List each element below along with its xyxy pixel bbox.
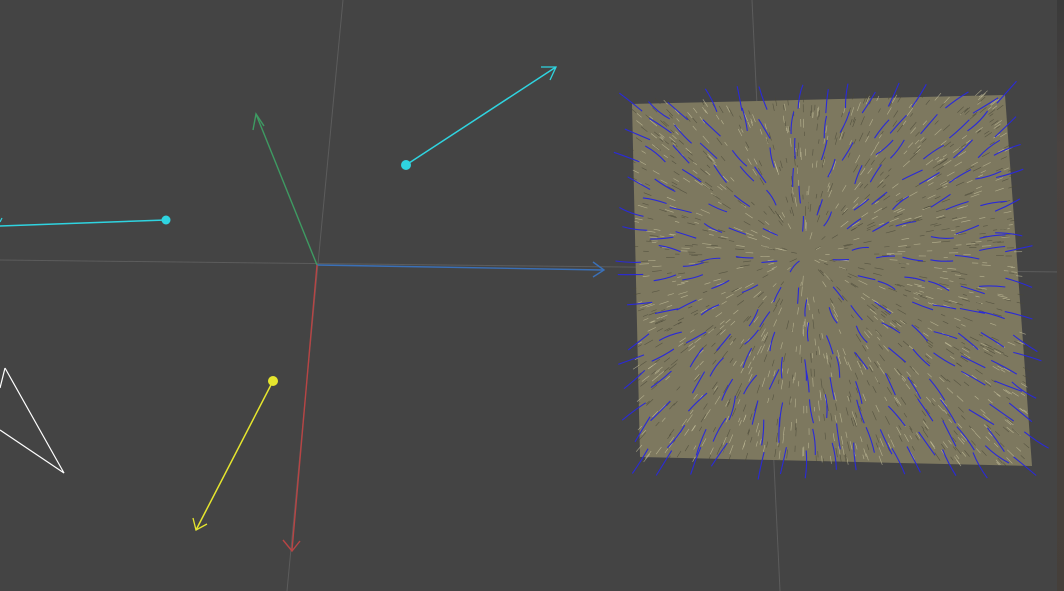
vector-line [618, 92, 643, 112]
camera-frustum-edge-inner [0, 367, 6, 389]
particle-strand [635, 428, 640, 434]
y-axis-line[interactable] [255, 113, 318, 266]
particle-grid-object[interactable] [613, 80, 1049, 480]
z-axis-line[interactable] [291, 264, 318, 551]
particle-strand [627, 146, 634, 151]
light-direction-cyan-upper[interactable] [401, 66, 558, 170]
viewport-edge-strip [1057, 0, 1064, 591]
particle-strand [654, 98, 661, 105]
x-axis-line[interactable] [316, 264, 604, 271]
vector-line [996, 80, 1017, 104]
particle-strand [631, 287, 637, 290]
particle-strand [851, 93, 855, 100]
light-direction-cyan-left[interactable] [0, 215, 171, 227]
camera-frustum-wireframe[interactable] [0, 367, 65, 474]
light-origin-yellow[interactable] [268, 376, 278, 386]
light-origin-cyan-upper[interactable] [401, 160, 411, 170]
camera-frustum-edges [0, 367, 65, 474]
scene-canvas[interactable] [0, 0, 1064, 591]
light-origin-cyan-left[interactable] [161, 215, 171, 225]
light-ray-cyan-upper [405, 66, 557, 166]
light-ray-cyan-left [0, 219, 167, 227]
particle-strand [975, 89, 982, 96]
local-axes-gizmo[interactable] [252, 112, 606, 553]
light-direction-yellow[interactable] [192, 376, 278, 531]
light-ray-yellow [195, 380, 274, 531]
particle-strand [632, 362, 639, 367]
arrow-head-yellow [192, 517, 208, 531]
vector-line [794, 137, 796, 159]
3d-viewport[interactable] [0, 0, 1064, 591]
arrow-head-cyan-left [0, 217, 3, 223]
